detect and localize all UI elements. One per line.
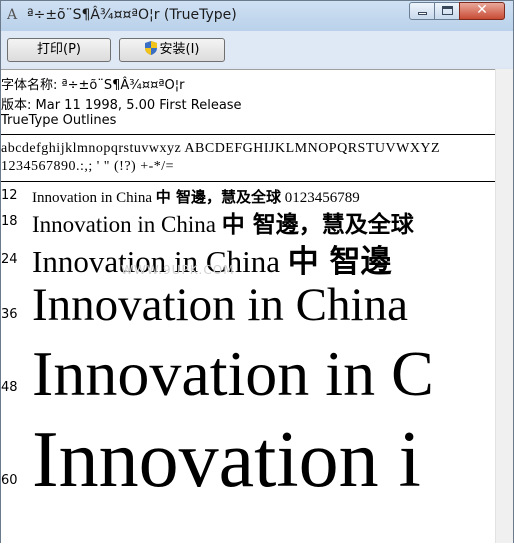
font-type-line: TrueType Outlines: [1, 113, 117, 128]
divider: [1, 134, 495, 135]
font-preview-area: 字体名称: ª÷±õ¨S¶Â¾¤¤ªO¦r 版本: Mar 11 1998, 5…: [1, 69, 495, 544]
size-label: 60: [1, 473, 18, 488]
sample-line: Innovation in China: [32, 278, 408, 332]
sample-cjk: 中 智邊: [287, 244, 392, 280]
sample-digits: 0123456789: [284, 190, 360, 206]
sample-line: Innovation in China 中 智邊，慧及全球: [32, 205, 414, 239]
window-title: ª÷±õ¨S¶Â¾¤¤ªO¦r (TrueType): [27, 7, 237, 23]
vertical-scrollbar[interactable]: [495, 69, 513, 543]
print-button-label: 打印(P): [37, 42, 81, 57]
sample-line: Innovation i: [32, 415, 421, 506]
sample-text: Innovation in China: [32, 190, 152, 206]
uac-shield-icon: [144, 41, 157, 55]
divider: [1, 181, 495, 182]
sample-text: Innovation in China: [32, 279, 408, 331]
font-viewer-window: A ª÷±õ¨S¶Â¾¤¤ªO¦r (TrueType) ✕ 打印(P) 安装(…: [0, 0, 514, 544]
sample-text: Innovation i: [32, 416, 421, 504]
maximize-icon: [442, 6, 453, 15]
install-button[interactable]: 安装(I): [119, 38, 225, 62]
charset-letters: abcdefghijklmnopqrstuvwxyz ABCDEFGHIJKLM…: [1, 141, 441, 156]
close-icon: ✕: [476, 2, 488, 18]
minimize-icon: [418, 12, 427, 15]
close-button[interactable]: ✕: [459, 2, 505, 20]
sample-line: Innovation in C: [32, 337, 434, 411]
font-name-line: 字体名称: ª÷±õ¨S¶Â¾¤¤ªO¦r: [1, 78, 185, 93]
size-label: 36: [1, 307, 18, 322]
watermark: WWW.9UPK.COM: [121, 263, 235, 277]
install-button-label: 安装(I): [159, 42, 200, 57]
size-label: 18: [1, 214, 18, 229]
font-version-line: 版本: Mar 11 1998, 5.00 First Release: [1, 98, 242, 113]
title-bar[interactable]: A ª÷±õ¨S¶Â¾¤¤ªO¦r (TrueType) ✕: [1, 1, 513, 31]
font-A-icon: A: [7, 7, 18, 23]
charset-symbols: 1234567890.:,; ' " (!?) +-*/=: [1, 159, 175, 174]
sample-cjk: 中 智邊，慧及全球: [221, 212, 414, 238]
sample-text: Innovation in C: [32, 338, 434, 409]
size-label: 24: [1, 252, 18, 267]
toolbar: 打印(P) 安装(I): [1, 31, 513, 67]
sample-text: Innovation in China: [32, 212, 216, 237]
size-label: 48: [1, 380, 18, 395]
sample-cjk: 中 智邊，慧及全球: [155, 188, 281, 206]
minimize-button[interactable]: [409, 2, 435, 20]
size-label: 12: [1, 188, 18, 203]
maximize-button[interactable]: [434, 2, 460, 20]
sample-line: Innovation in China 中 智邊，慧及全球 0123456789: [32, 186, 360, 207]
print-button[interactable]: 打印(P): [7, 38, 111, 62]
